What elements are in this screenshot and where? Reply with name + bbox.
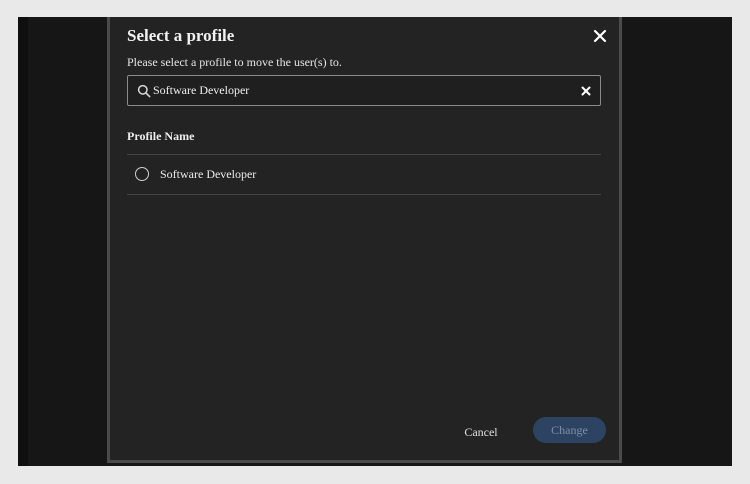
cancel-button[interactable]: Cancel — [452, 420, 510, 444]
change-button[interactable]: Change — [533, 417, 606, 443]
radio-unchecked-icon[interactable] — [135, 167, 149, 181]
row-divider — [127, 194, 601, 195]
column-header-profile-name: Profile Name — [127, 129, 195, 143]
dialog-instructions: Please select a profile to move the user… — [127, 55, 342, 69]
profile-option-software-developer[interactable]: Software Developer — [127, 156, 601, 194]
dialog-title: Select a profile — [127, 26, 235, 45]
search-input[interactable] — [153, 80, 563, 100]
search-icon — [137, 84, 151, 98]
close-icon — [593, 29, 607, 43]
header-divider — [127, 154, 601, 155]
close-button[interactable] — [591, 27, 609, 45]
clear-search-icon[interactable] — [580, 85, 592, 97]
select-profile-dialog: Select a profile Please select a profile… — [107, 17, 622, 463]
search-field[interactable] — [127, 75, 601, 106]
profile-option-label: Software Developer — [160, 167, 257, 181]
app-frame: Select a profile Please select a profile… — [18, 17, 732, 466]
